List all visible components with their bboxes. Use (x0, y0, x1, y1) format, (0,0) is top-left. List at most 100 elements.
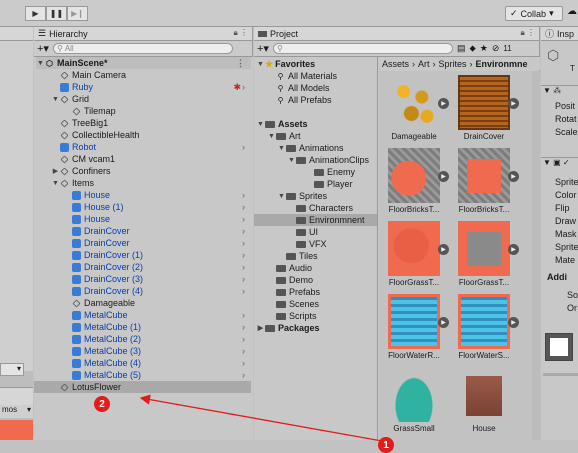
sprite-renderer-header[interactable]: ▼ ▣ ✓ (541, 157, 578, 170)
project-folder[interactable]: Scenes (254, 298, 377, 310)
project-folder[interactable]: ▼ Art (254, 130, 377, 142)
hierarchy-search[interactable]: ⚲ All (52, 43, 233, 54)
hierarchy-item[interactable]: Damageable (34, 297, 251, 309)
expand-arrow-icon[interactable]: ▼ (256, 121, 265, 128)
expand-arrow-icon[interactable]: ▼ (51, 96, 60, 103)
step-button[interactable]: ▶❙ (67, 6, 88, 21)
material-preview[interactable] (545, 333, 573, 361)
chevron-right-icon[interactable]: › (242, 142, 245, 152)
chevron-right-icon[interactable]: › (242, 370, 245, 380)
expand-sprite-icon[interactable]: ▶ (508, 244, 519, 255)
chevron-right-icon[interactable]: › (242, 346, 245, 356)
chevron-right-icon[interactable]: › (242, 250, 245, 260)
asset-thumbnail[interactable] (388, 75, 440, 130)
hierarchy-item[interactable]: DrainCover › (34, 237, 251, 249)
chevron-right-icon[interactable]: › (242, 274, 245, 284)
project-folder[interactable]: Audio (254, 262, 377, 274)
project-folder[interactable]: Player (254, 178, 377, 190)
add-button[interactable]: +▾ (257, 42, 269, 55)
hierarchy-item[interactable]: MetalCube › (34, 309, 251, 321)
asset-thumbnail[interactable] (388, 148, 440, 203)
project-folder[interactable]: Environmnent (254, 214, 377, 226)
pause-button[interactable]: ❚❚ (46, 6, 67, 21)
star-icon[interactable]: ★ (480, 43, 488, 54)
play-button[interactable]: ▶ (25, 6, 46, 21)
project-folder[interactable]: ▼ Sprites (254, 190, 377, 202)
favorite-item[interactable]: ⚲ All Materials (276, 70, 337, 82)
asset-thumbnail[interactable] (458, 148, 510, 203)
breadcrumb-environment[interactable]: Environmne (476, 59, 528, 69)
hierarchy-item[interactable]: CollectibleHealth (34, 129, 251, 141)
tag-icon[interactable]: ⬥ (469, 43, 475, 54)
packages-header[interactable]: ▶ Packages (256, 322, 320, 334)
expand-sprite-icon[interactable]: ▶ (438, 171, 449, 182)
expand-arrow-icon[interactable]: ▼ (287, 157, 296, 164)
hierarchy-item[interactable]: Ruby ✱ › (34, 81, 251, 93)
expand-arrow-icon[interactable]: ▼ (51, 180, 60, 187)
chevron-right-icon[interactable]: › (242, 334, 245, 344)
hierarchy-item[interactable]: MetalCube (2) › (34, 333, 251, 345)
scene-row[interactable]: ▼ ⬡ MainScene* ⋮ (36, 57, 251, 69)
more-icon[interactable]: ⋮ (236, 58, 245, 69)
chevron-right-icon[interactable]: › (242, 214, 245, 224)
filter-icon[interactable]: ▤ (457, 43, 466, 54)
project-folder[interactable]: ▼ AnimationClips (254, 154, 377, 166)
hierarchy-item[interactable]: MetalCube (4) › (34, 357, 251, 369)
expand-arrow-icon[interactable]: ▼ (256, 61, 265, 68)
favorite-item[interactable]: ⚲ All Models (276, 82, 330, 94)
hierarchy-item[interactable]: House › (34, 213, 251, 225)
project-folder[interactable]: Characters (254, 202, 377, 214)
project-folder[interactable]: Tiles (254, 250, 377, 262)
project-folder[interactable]: Demo (254, 274, 377, 286)
lock-icon[interactable]: 🔒︎ ⋮ (521, 28, 535, 38)
expand-arrow-icon[interactable]: ▼ (277, 145, 286, 152)
expand-sprite-icon[interactable]: ▶ (508, 98, 519, 109)
breadcrumb-art[interactable]: Art (418, 59, 430, 69)
chevron-right-icon[interactable]: › (242, 262, 245, 272)
hierarchy-item[interactable]: DrainCover (1) › (34, 249, 251, 261)
favorite-item[interactable]: ⚲ All Prefabs (276, 94, 332, 106)
gizmos-dropdown[interactable]: mos ▾ (0, 405, 33, 418)
hierarchy-item[interactable]: DrainCover (4) › (34, 285, 251, 297)
hierarchy-item[interactable]: CM vcam1 (34, 153, 251, 165)
expand-arrow-icon[interactable]: ▶ (256, 324, 265, 332)
chevron-right-icon[interactable]: › (242, 286, 245, 296)
hierarchy-item[interactable]: TreeBig1 (34, 117, 251, 129)
project-search[interactable]: ⚲ (272, 43, 453, 54)
hierarchy-item[interactable]: ▼ Items (34, 177, 251, 189)
project-folder[interactable]: VFX (254, 238, 377, 250)
hierarchy-item[interactable]: MetalCube (5) › (34, 369, 251, 381)
hierarchy-item[interactable]: Robot › (34, 141, 251, 153)
breadcrumb-sprites[interactable]: Sprites (439, 59, 467, 69)
project-folder[interactable]: Prefabs (254, 286, 377, 298)
asset-thumbnail[interactable] (458, 75, 510, 130)
breadcrumb-assets[interactable]: Assets (382, 59, 409, 69)
chevron-right-icon[interactable]: › (242, 358, 245, 368)
chevron-right-icon[interactable]: › (242, 226, 245, 236)
asset-scrollbar[interactable] (532, 71, 540, 451)
collab-button[interactable]: ✓ Collab ▾ (505, 6, 563, 21)
expand-arrow-icon[interactable]: ▼ (36, 60, 45, 67)
project-tab[interactable]: Project 🔒︎ ⋮ (254, 27, 539, 41)
inspector-tab[interactable]: ⓘ Insp (541, 27, 578, 41)
hierarchy-item[interactable]: DrainCover (2) › (34, 261, 251, 273)
asset-thumbnail[interactable] (458, 367, 510, 422)
asset-thumbnail[interactable] (388, 221, 440, 276)
hierarchy-item[interactable]: House (1) › (34, 201, 251, 213)
hierarchy-item[interactable]: DrainCover › (34, 225, 251, 237)
asset-thumbnail[interactable] (388, 294, 440, 349)
expand-sprite-icon[interactable]: ▶ (438, 317, 449, 328)
cloud-icon[interactable]: ☁ (567, 6, 577, 17)
lock-icon[interactable]: 🔒︎ ⋮ (234, 28, 248, 38)
project-folder[interactable]: ▼ Animations (254, 142, 377, 154)
eye-hidden-icon[interactable]: ⊘ (492, 43, 500, 54)
project-folder[interactable]: UI (254, 226, 377, 238)
expand-arrow-icon[interactable]: ▶ (51, 167, 60, 175)
hierarchy-item[interactable]: MetalCube (1) › (34, 321, 251, 333)
add-button[interactable]: +▾ (37, 42, 49, 55)
asset-thumbnail[interactable] (458, 221, 510, 276)
expand-sprite-icon[interactable]: ▶ (438, 244, 449, 255)
hierarchy-tab[interactable]: ☰ Hierarchy 🔒︎ ⋮ (34, 27, 252, 41)
chevron-right-icon[interactable]: › (242, 238, 245, 248)
scrollbar[interactable] (543, 373, 578, 376)
